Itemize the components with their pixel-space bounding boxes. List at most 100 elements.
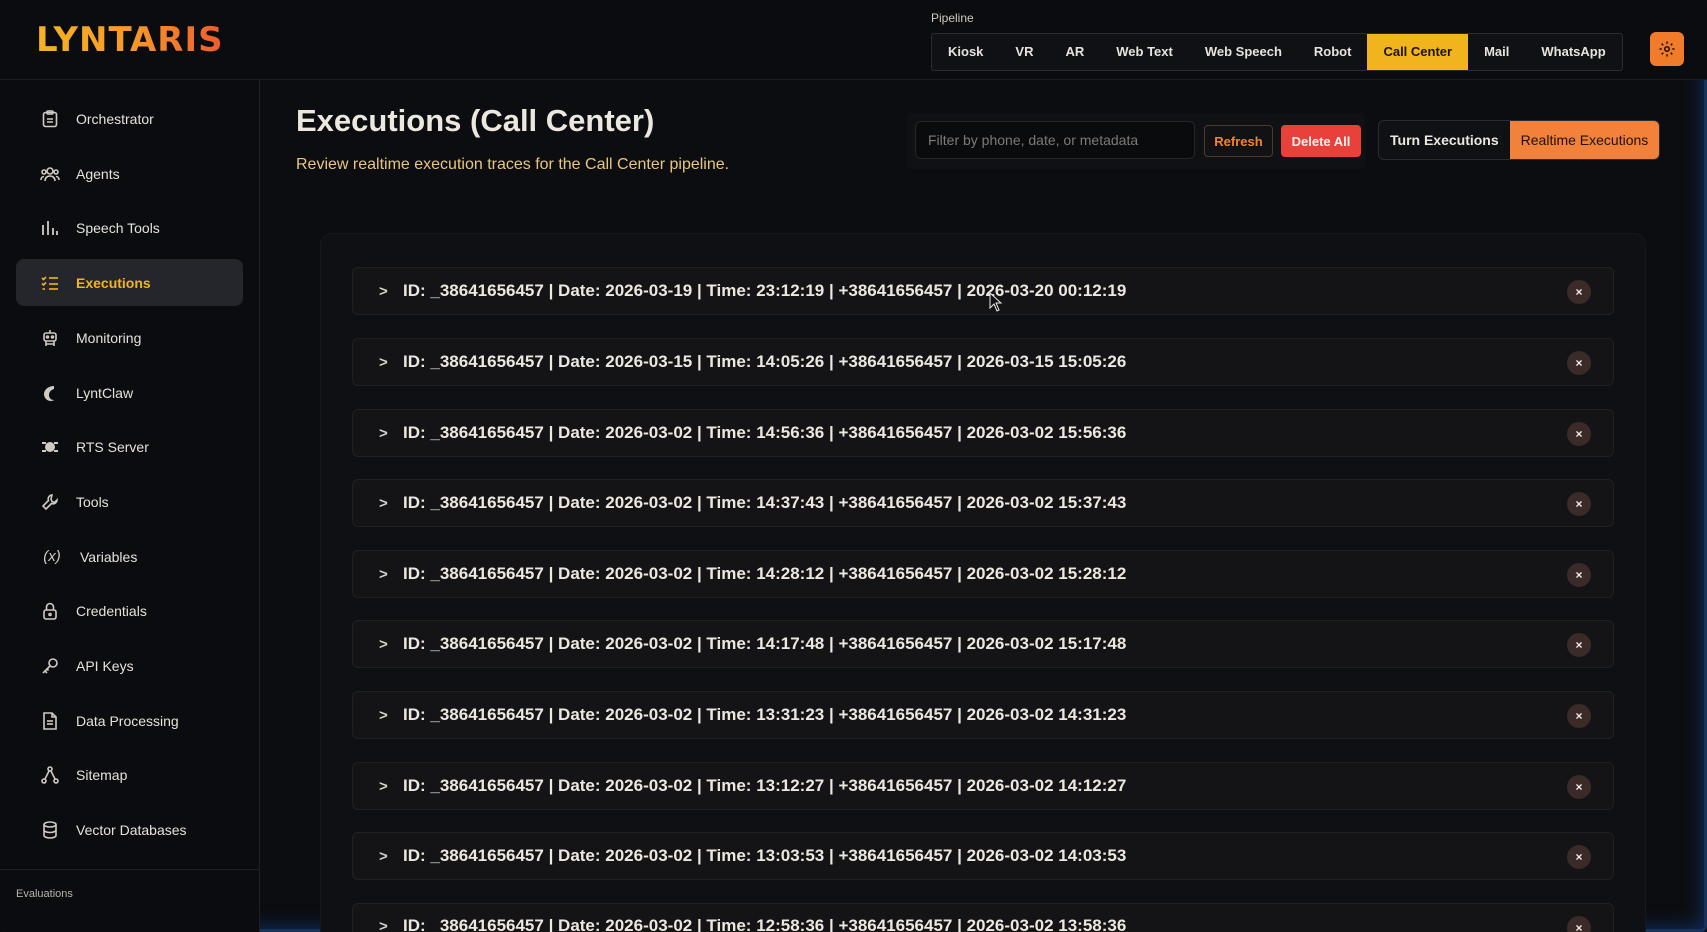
sidebar-item-label: LyntClaw <box>76 384 134 401</box>
pipeline-tab-mail[interactable]: Mail <box>1468 34 1525 70</box>
execution-row[interactable]: > ID: _38641656457 | Date: 2026-03-02 | … <box>352 409 1614 457</box>
sidebar-item-label: Speech Tools <box>76 219 160 236</box>
filter-input[interactable] <box>915 121 1195 159</box>
pipeline-tab-kiosk[interactable]: Kiosk <box>932 34 999 70</box>
execution-row[interactable]: > ID: _38641656457 | Date: 2026-03-15 | … <box>352 338 1614 386</box>
sidebar-item-speech-tools[interactable]: Speech Tools <box>16 204 243 251</box>
sidebar-divider <box>0 869 260 870</box>
sidebar-item-lyntclaw[interactable]: LyntClaw <box>16 369 243 416</box>
sidebar-item-data-processing[interactable]: Data Processing <box>16 697 243 744</box>
sidebar-item-label: Tools <box>76 493 109 510</box>
sidebar-item-vector-databases[interactable]: Vector Databases <box>16 806 243 853</box>
pipeline-tab-vr[interactable]: VR <box>999 34 1049 70</box>
close-icon[interactable]: × <box>1567 280 1591 304</box>
close-icon[interactable]: × <box>1567 916 1591 932</box>
expand-caret-icon: > <box>379 918 388 932</box>
sidebar-item-variables[interactable]: (x) Variables <box>16 533 243 580</box>
execution-summary: ID: _38641656457 | Date: 2026-03-02 | Ti… <box>403 634 1127 653</box>
users-icon <box>40 164 60 184</box>
execution-row[interactable]: > ID: _38641656457 | Date: 2026-03-02 | … <box>352 550 1614 598</box>
app-window: LYNTARIS Pipeline Kiosk VR AR Web Text W… <box>0 0 1707 932</box>
settings-button[interactable] <box>1650 32 1684 66</box>
pipeline-tab-web-text[interactable]: Web Text <box>1100 34 1189 70</box>
execution-row[interactable]: > ID: _38641656457 | Date: 2026-03-02 | … <box>352 903 1614 932</box>
expand-caret-icon: > <box>379 777 388 795</box>
sidebar-item-label: API Keys <box>76 657 134 674</box>
mouse-cursor-icon <box>989 292 1003 312</box>
execution-row[interactable]: > ID: _38641656457 | Date: 2026-03-02 | … <box>352 479 1614 527</box>
expand-caret-icon: > <box>379 424 388 442</box>
pipeline-tab-robot[interactable]: Robot <box>1298 34 1368 70</box>
execution-summary: ID: _38641656457 | Date: 2026-03-02 | Ti… <box>403 916 1127 932</box>
pipeline-tab-ar[interactable]: AR <box>1049 34 1100 70</box>
expand-caret-icon: > <box>379 282 388 300</box>
close-icon[interactable]: × <box>1567 633 1591 657</box>
executions-toolbar: Refresh Delete All <box>907 113 1365 169</box>
execution-summary: ID: _38641656457 | Date: 2026-03-02 | Ti… <box>403 776 1127 795</box>
sidebar-item-tools[interactable]: Tools <box>16 478 243 525</box>
sidebar-item-credentials[interactable]: Credentials <box>16 587 243 634</box>
execution-row[interactable]: > ID: _38641656457 | Date: 2026-03-02 | … <box>352 832 1614 880</box>
expand-caret-icon: > <box>379 706 388 724</box>
refresh-button[interactable]: Refresh <box>1204 125 1273 157</box>
close-icon[interactable]: × <box>1567 351 1591 375</box>
execution-summary: ID: _38641656457 | Date: 2026-03-15 | Ti… <box>403 352 1127 371</box>
gear-icon <box>1659 41 1675 57</box>
close-icon[interactable]: × <box>1567 775 1591 799</box>
wrench-icon <box>40 492 60 512</box>
execution-summary: ID: _38641656457 | Date: 2026-03-02 | Ti… <box>403 564 1127 583</box>
close-icon[interactable]: × <box>1567 492 1591 516</box>
turn-executions-tab[interactable]: Turn Executions <box>1379 121 1510 159</box>
sidebar-item-executions[interactable]: Executions <box>16 259 243 306</box>
sitemap-icon <box>40 765 60 785</box>
sidebar: Orchestrator Agents Speech Tools Executi… <box>0 80 260 932</box>
database-icon <box>40 820 60 840</box>
key-icon <box>40 656 60 676</box>
close-icon[interactable]: × <box>1567 845 1591 869</box>
page-subtitle: Review realtime execution traces for the… <box>296 156 730 173</box>
pipeline-tab-web-speech[interactable]: Web Speech <box>1189 34 1298 70</box>
execution-row[interactable]: > ID: _38641656457 | Date: 2026-03-02 | … <box>352 620 1614 668</box>
sidebar-item-api-keys[interactable]: API Keys <box>16 642 243 689</box>
variable-icon: (x) <box>43 548 61 565</box>
sidebar-item-sitemap[interactable]: Sitemap <box>16 751 243 798</box>
claw-icon <box>40 383 60 403</box>
sidebar-item-label: Variables <box>80 548 138 565</box>
execution-row[interactable]: > ID: _38641656457 | Date: 2026-03-02 | … <box>352 691 1614 739</box>
app-logo: LYNTARIS <box>36 20 224 60</box>
sidebar-item-label: RTS Server <box>76 438 149 455</box>
realtime-executions-tab[interactable]: Realtime Executions <box>1509 121 1660 159</box>
top-bar: LYNTARIS Pipeline Kiosk VR AR Web Text W… <box>0 0 1707 80</box>
pipeline-tabs: Kiosk VR AR Web Text Web Speech Robot Ca… <box>931 33 1623 71</box>
sidebar-item-label: Sitemap <box>76 766 128 783</box>
lock-icon <box>40 601 60 621</box>
execution-row[interactable]: > ID: _38641656457 | Date: 2026-03-19 | … <box>352 267 1614 315</box>
pipeline-tab-call-center[interactable]: Call Center <box>1367 34 1469 70</box>
execution-summary: ID: _38641656457 | Date: 2026-03-19 | Ti… <box>403 281 1127 300</box>
expand-caret-icon: > <box>379 494 388 512</box>
expand-caret-icon: > <box>379 847 388 865</box>
sidebar-item-monitoring[interactable]: Monitoring <box>16 314 243 361</box>
close-icon[interactable]: × <box>1567 563 1591 587</box>
document-icon <box>40 711 60 731</box>
execution-summary: ID: _38641656457 | Date: 2026-03-02 | Ti… <box>403 705 1127 724</box>
sidebar-item-label: Data Processing <box>76 712 179 729</box>
bar-chart-icon <box>40 218 60 238</box>
expand-caret-icon: > <box>379 635 388 653</box>
execution-summary: ID: _38641656457 | Date: 2026-03-02 | Ti… <box>403 846 1127 865</box>
delete-all-button[interactable]: Delete All <box>1281 125 1361 157</box>
execution-row[interactable]: > ID: _38641656457 | Date: 2026-03-02 | … <box>352 762 1614 810</box>
sidebar-item-orchestrator[interactable]: Orchestrator <box>16 95 243 142</box>
pipeline-label: Pipeline <box>931 11 974 25</box>
list-icon <box>40 273 60 293</box>
expand-caret-icon: > <box>379 353 388 371</box>
close-icon[interactable]: × <box>1567 704 1591 728</box>
execution-summary: ID: _38641656457 | Date: 2026-03-02 | Ti… <box>403 423 1127 442</box>
clipboard-icon <box>40 109 60 129</box>
sidebar-item-label: Credentials <box>76 602 147 619</box>
sidebar-item-rts-server[interactable]: RTS Server <box>16 423 243 470</box>
page-title: Executions (Call Center) <box>296 103 655 138</box>
pipeline-tab-whatsapp[interactable]: WhatsApp <box>1525 34 1621 70</box>
sidebar-item-agents[interactable]: Agents <box>16 150 243 197</box>
close-icon[interactable]: × <box>1567 422 1591 446</box>
